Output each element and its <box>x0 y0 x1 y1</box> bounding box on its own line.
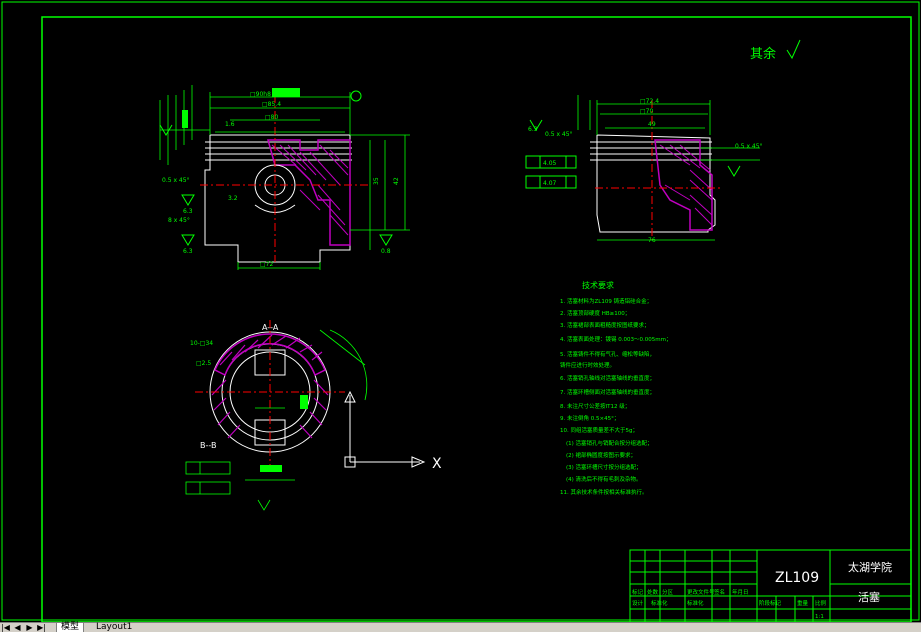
svg-text:4.07: 4.07 <box>543 180 557 187</box>
svg-text:标准化: 标准化 <box>687 599 704 607</box>
svg-text:7. 活塞环槽侧面对活塞轴线的垂直度；: 7. 活塞环槽侧面对活塞轴线的垂直度； <box>560 388 655 396</box>
section-a-a: A--A B--B 10-□34 □2.5 <box>185 320 368 511</box>
svg-text:6.3: 6.3 <box>183 248 193 255</box>
inner-frame <box>41 16 912 623</box>
svg-text:6.3: 6.3 <box>183 208 193 215</box>
svg-text:5. 活塞铸件不得有气孔、缩松等缺陷，: 5. 活塞铸件不得有气孔、缩松等缺陷， <box>560 350 655 358</box>
svg-text:标准化: 标准化 <box>651 599 668 607</box>
svg-text:6. 活塞销孔轴线对活塞轴线的垂直度；: 6. 活塞销孔轴线对活塞轴线的垂直度； <box>560 374 655 382</box>
svg-text:0.5 x 45°: 0.5 x 45° <box>162 177 190 184</box>
svg-text:4. 活塞表面处理：镀锡 0.003～0.005mm；: 4. 活塞表面处理：镀锡 0.003～0.005mm； <box>560 335 671 343</box>
svg-text:年月日: 年月日 <box>732 588 749 596</box>
svg-text:76: 76 <box>648 237 656 244</box>
material-label: ZL109 <box>775 570 819 586</box>
svg-text:0.8: 0.8 <box>381 248 391 255</box>
svg-text:(2) 裙部椭圆度按图示要求；: (2) 裙部椭圆度按图示要求； <box>566 451 636 459</box>
svg-text:42: 42 <box>393 177 400 185</box>
svg-text:□90h8: □90h8 <box>250 91 271 98</box>
svg-text:重量: 重量 <box>797 599 809 607</box>
svg-text:B--B: B--B <box>200 441 216 450</box>
svg-text:3.2: 3.2 <box>228 195 238 202</box>
svg-text:1.6: 1.6 <box>225 121 235 128</box>
svg-text:□72: □72 <box>260 261 273 268</box>
svg-text:签名: 签名 <box>714 588 725 596</box>
svg-text:8 x 45°: 8 x 45° <box>168 217 190 224</box>
school-name: 太湖学院 <box>848 560 892 574</box>
svg-text:1. 活塞材料为ZL109 铸造铝硅合金；: 1. 活塞材料为ZL109 铸造铝硅合金； <box>560 297 652 305</box>
svg-text:□70: □70 <box>640 108 653 115</box>
svg-text:9. 未注倒角 0.5×45°；: 9. 未注倒角 0.5×45°； <box>560 414 619 422</box>
svg-text:更改文件号: 更改文件号 <box>687 588 715 596</box>
svg-text:铸件应进行时效处理。: 铸件应进行时效处理。 <box>560 361 615 369</box>
tech-requirements: 技术要求 1. 活塞材料为ZL109 铸造铝硅合金； 2. 活塞顶部硬度 HB≥… <box>560 280 671 496</box>
svg-text:分区: 分区 <box>662 588 674 596</box>
svg-text:处数: 处数 <box>647 588 659 596</box>
svg-text:49: 49 <box>648 121 656 128</box>
svg-text:8. 未注尺寸公差按IT12 级；: 8. 未注尺寸公差按IT12 级； <box>560 402 630 410</box>
svg-text:技术要求: 技术要求 <box>582 280 614 290</box>
roughness-symbol-icon <box>786 39 801 60</box>
svg-text:0.5 x 45°: 0.5 x 45° <box>545 131 573 138</box>
svg-text:10-□34: 10-□34 <box>190 340 213 347</box>
ucs-x-label: X <box>432 456 442 472</box>
part-name: 活塞 <box>858 590 880 604</box>
drawing-canvas[interactable]: 其余 □90h8 □85.4 □80 □72 35 42 1.6 3.2 0.5… <box>0 0 921 631</box>
svg-text:□85.4: □85.4 <box>262 101 281 108</box>
front-view: □90h8 □85.4 □80 □72 35 42 1.6 3.2 0.5 x … <box>159 85 410 270</box>
outer-frame <box>1 1 920 621</box>
roughness-note: 其余 <box>750 46 776 62</box>
svg-text:□80: □80 <box>265 114 278 121</box>
svg-text:0.5 x 45°: 0.5 x 45° <box>735 143 763 150</box>
ucs-icon <box>344 390 426 468</box>
svg-text:□2.5: □2.5 <box>196 360 211 367</box>
svg-text:11. 其余技术条件按相关标准执行。: 11. 其余技术条件按相关标准执行。 <box>560 488 648 496</box>
svg-text:比例: 比例 <box>815 599 827 607</box>
svg-text:标记: 标记 <box>632 588 644 596</box>
svg-text:2. 活塞顶部硬度 HB≥100；: 2. 活塞顶部硬度 HB≥100； <box>560 309 630 317</box>
svg-text:□72.4: □72.4 <box>640 98 659 105</box>
svg-text:35: 35 <box>373 177 380 185</box>
svg-text:(1) 活塞销孔与销配合按分组选配；: (1) 活塞销孔与销配合按分组选配； <box>566 439 653 447</box>
svg-text:1:1: 1:1 <box>815 614 824 620</box>
side-view: 4.05 4.07 □72.4 □70 49 76 0.5 x 45° 0.5 … <box>525 95 763 244</box>
svg-text:(4) 清洗后不得有毛刺及杂物。: (4) 清洗后不得有毛刺及杂物。 <box>566 475 642 483</box>
svg-text:4.05: 4.05 <box>543 160 557 167</box>
svg-text:设计: 设计 <box>632 599 644 607</box>
svg-text:3. 活塞裙部表面粗糙度按图纸要求；: 3. 活塞裙部表面粗糙度按图纸要求； <box>560 321 650 329</box>
svg-text:6.3: 6.3 <box>528 126 538 133</box>
svg-text:阶段标记: 阶段标记 <box>759 599 782 607</box>
svg-text:10. 同组活塞质量差不大于5g；: 10. 同组活塞质量差不大于5g； <box>560 426 638 434</box>
svg-text:(3) 活塞环槽尺寸按分组选配；: (3) 活塞环槽尺寸按分组选配； <box>566 463 642 471</box>
